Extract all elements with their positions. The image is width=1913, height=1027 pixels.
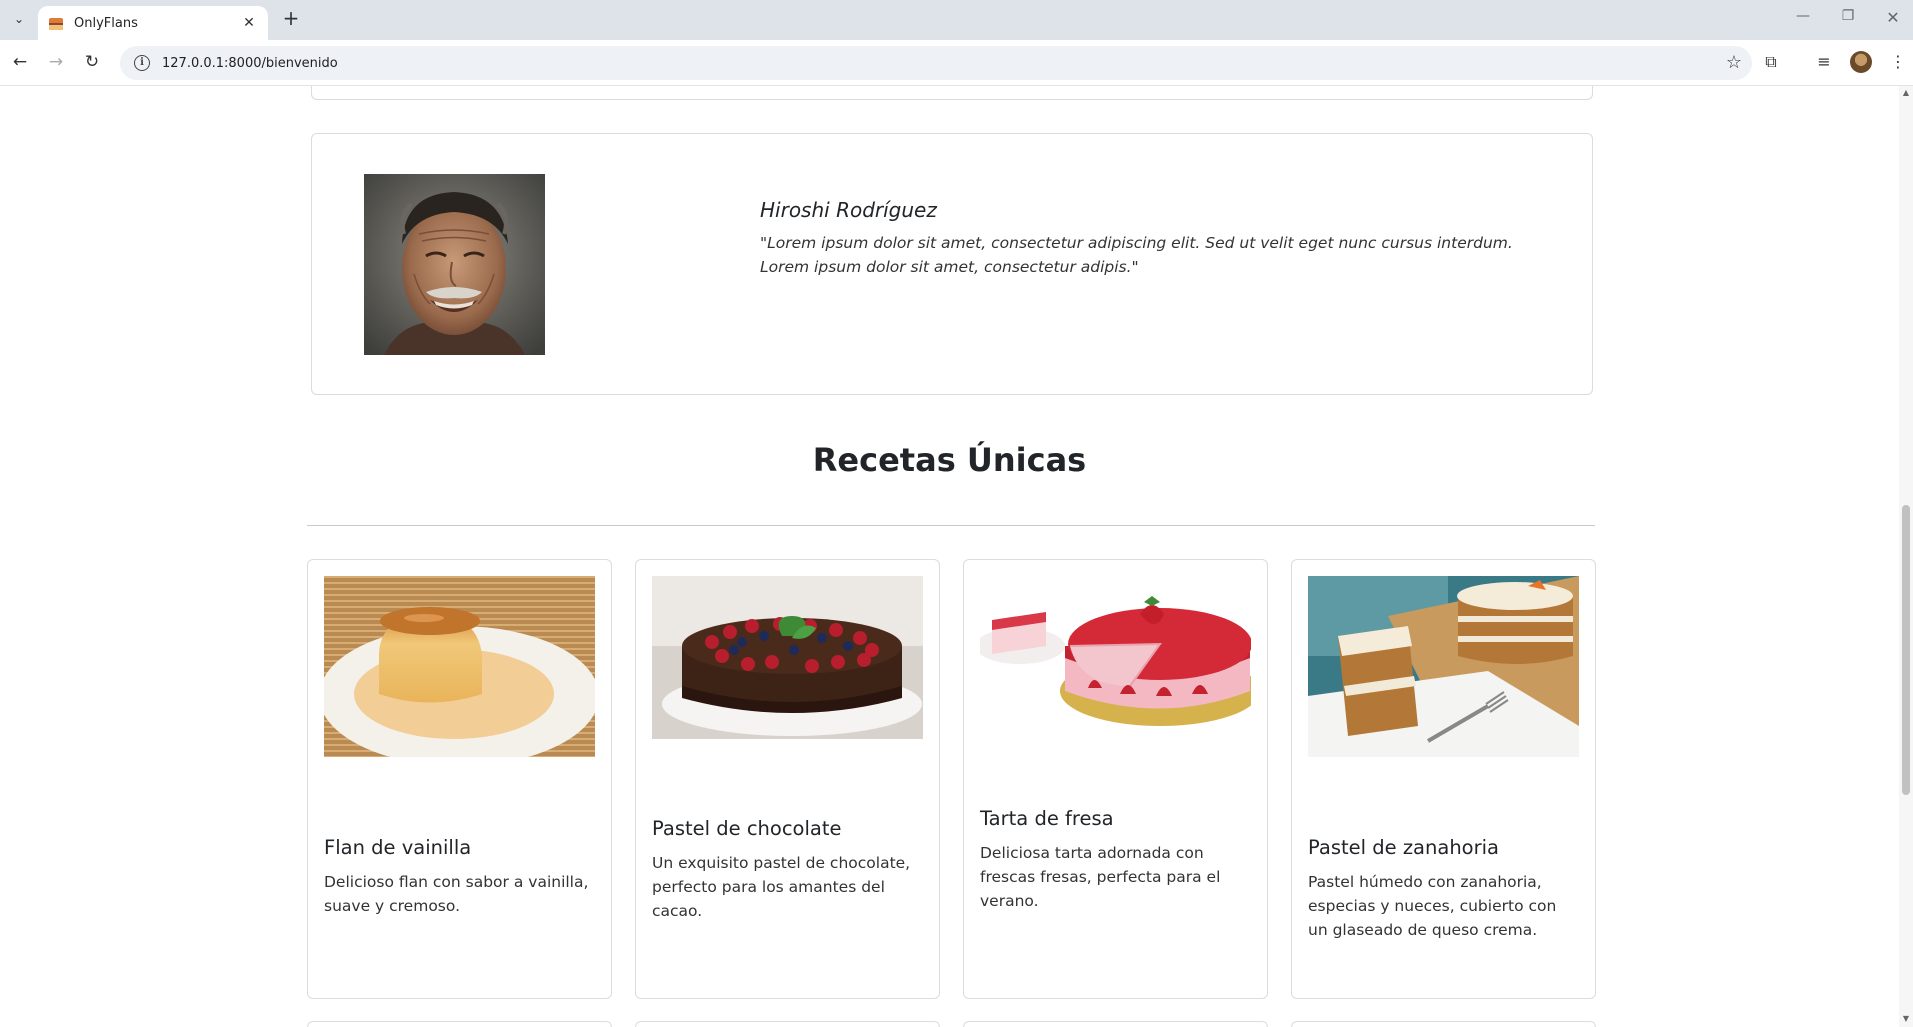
close-window-icon[interactable]: ✕ [1883,8,1903,28]
recipe-title: Tarta de fresa [980,807,1114,830]
testimonial-portrait [364,174,545,355]
recipe-card[interactable]: Pastel de zanahoria Pastel húmedo con za… [1291,559,1596,999]
recipe-title: Pastel de chocolate [652,817,842,840]
section-title: Recetas Únicas [812,441,1087,479]
bookmark-star-icon[interactable]: ☆ [1726,52,1742,73]
scroll-down-arrow-icon[interactable]: ▼ [1900,1014,1912,1026]
media-queue-icon[interactable]: ≡ [1812,50,1836,74]
recipe-card[interactable]: Flan de vainilla Delicioso flan con sabo… [307,559,612,999]
recipe-title: Flan de vainilla [324,836,472,859]
testimonial-author-name: Hiroshi Rodríguez [760,198,937,222]
recipe-image-strawberry-tart [980,576,1251,729]
browser-tab[interactable]: OnlyFlans ✕ [38,6,268,40]
previous-testimonial-card [311,86,1593,100]
testimonial-quote: "Lorem ipsum dolor sit amet, consectetur… [760,234,1513,276]
recipe-image-carrot-cake [1308,576,1579,757]
testimonial-card: Hiroshi Rodríguez "Lorem ipsum dolor sit… [311,133,1593,395]
recipe-description: Delicioso flan con sabor a vainilla, sua… [324,873,589,915]
tab-close-icon[interactable]: ✕ [240,15,258,31]
new-tab-plus-icon[interactable]: + [280,8,302,30]
recipe-image-flan [324,576,595,757]
more-menu-icon[interactable]: ⋮ [1886,50,1910,74]
forward-arrow-icon[interactable]: → [44,50,68,74]
tab-search-chevron-icon[interactable]: ⌄ [8,8,30,30]
back-arrow-icon[interactable]: ← [8,50,32,74]
cake-favicon-icon [48,15,64,31]
scroll-up-arrow-icon[interactable]: ▲ [1900,88,1912,100]
recipe-title: Pastel de zanahoria [1308,836,1499,859]
browser-tab-bar: ⌄ OnlyFlans ✕ + — ❐ ✕ [0,0,1913,40]
browser-toolbar: ← → ↻ i 127.0.0.1:8000/bienvenido ☆ ⧉ ≡ … [0,40,1913,86]
extensions-puzzle-icon[interactable]: ⧉ [1759,50,1783,74]
recipe-description: Deliciosa tarta adornada con frescas fre… [980,844,1221,910]
url-text[interactable]: 127.0.0.1:8000/bienvenido [162,56,338,71]
recipe-card[interactable]: Pastel de chocolate Un exquisito pastel … [635,559,940,999]
profile-avatar[interactable] [1850,51,1872,73]
recipe-description: Un exquisito pastel de chocolate, perfec… [652,854,911,920]
scrollbar-thumb[interactable] [1902,505,1910,795]
section-divider [307,525,1595,526]
recipe-card-next-row[interactable] [1291,1021,1596,1027]
restore-window-icon[interactable]: ❐ [1838,8,1858,28]
recipe-card[interactable]: Tarta de fresa Deliciosa tarta adornada … [963,559,1268,999]
reload-icon[interactable]: ↻ [80,50,104,74]
recipe-card-next-row[interactable] [307,1021,612,1027]
recipe-card-next-row[interactable] [963,1021,1268,1027]
site-info-icon[interactable]: i [134,55,150,71]
recipe-description: Pastel húmedo con zanahoria, especias y … [1308,873,1557,939]
page-viewport: Hiroshi Rodríguez "Lorem ipsum dolor sit… [0,86,1899,1027]
recipe-card-next-row[interactable] [635,1021,940,1027]
tab-title: OnlyFlans [74,15,138,31]
minimize-window-icon[interactable]: — [1793,8,1813,28]
address-bar[interactable]: i 127.0.0.1:8000/bienvenido ☆ [120,46,1752,80]
recipe-image-chocolate-cake [652,576,923,739]
